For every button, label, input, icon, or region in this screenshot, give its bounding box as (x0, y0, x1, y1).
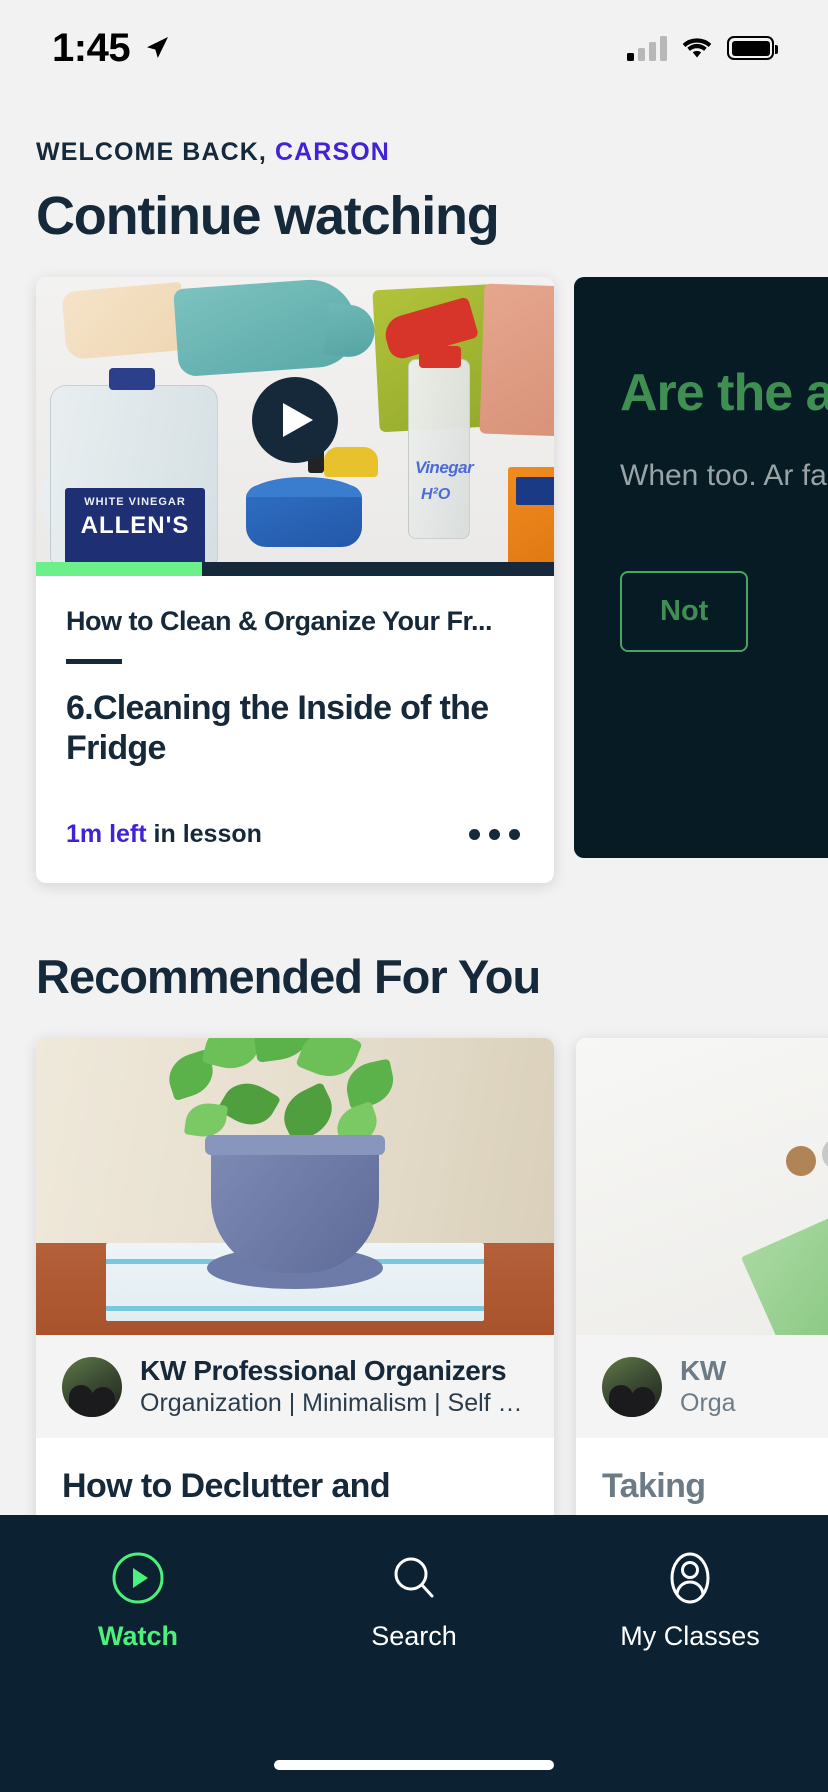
tab-search[interactable]: Search (314, 1551, 514, 1652)
author-text: KW Orga (680, 1355, 736, 1418)
user-circle-icon (670, 1552, 710, 1604)
thumb-glove-cuff (61, 281, 187, 361)
wifi-icon (682, 38, 712, 58)
tab-my-classes-label: My Classes (620, 1621, 760, 1651)
page-title: Continue watching (36, 186, 500, 246)
tab-search-label: Search (371, 1621, 457, 1651)
cellular-bars-icon (627, 35, 667, 61)
promo-button[interactable]: Not (620, 570, 749, 652)
lesson-progress-bar (36, 562, 554, 576)
bottom-tab-bar: Watch Search My Classes (0, 1515, 828, 1792)
more-options-icon[interactable] (465, 821, 524, 848)
welcome-prefix: WELCOME BACK, (36, 138, 267, 166)
author-name: KW Professional Organizers (140, 1355, 507, 1387)
recommended-thumbnail[interactable] (36, 1038, 554, 1336)
time-left-value: 1m left (66, 820, 147, 849)
home-indicator (274, 1760, 554, 1770)
time-left-suffix: in lesson (146, 820, 262, 849)
thumb-sponge (246, 477, 362, 547)
promo-body: When too. Ar far? (620, 459, 828, 493)
play-icon (283, 402, 313, 437)
author-tags: Orga (680, 1389, 736, 1418)
welcome-line: WELCOME BACK, CARSON (36, 138, 792, 167)
recommended-author-row[interactable]: KW Orga (576, 1335, 828, 1439)
tab-watch-label: Watch (98, 1621, 178, 1651)
recommended-card[interactable]: KW Orga Taking (576, 1038, 828, 1548)
thumb-spray-text: Vinegar (415, 458, 474, 477)
avatar (602, 1356, 662, 1417)
welcome-user-name: CARSON (275, 138, 390, 166)
thumb-brush-cap (324, 447, 378, 477)
thumb-jug-label: WHITE VINEGAR ALLEN'S (65, 488, 205, 562)
author-text: KW Professional Organizers Organization … (140, 1355, 528, 1418)
location-arrow-icon (147, 37, 169, 58)
status-bar-left: 1:45 (52, 26, 170, 71)
thumb-spray-text2: H²O (421, 486, 451, 503)
status-bar-right (627, 35, 778, 61)
title-divider (66, 659, 122, 664)
recommended-carousel[interactable]: KW Professional Organizers Organization … (0, 1038, 828, 1548)
thumb-vinegar-jug: WHITE VINEGAR ALLEN'S (50, 368, 218, 562)
tab-watch[interactable]: Watch (38, 1551, 238, 1652)
search-icon (394, 1557, 434, 1598)
thumb-spray-neck (419, 346, 461, 368)
author-tags: Organization | Minimalism | Self C... (140, 1389, 528, 1418)
page-header: WELCOME BACK, CARSON Continue watching (0, 96, 828, 247)
recommended-thumbnail[interactable] (576, 1038, 828, 1336)
promo-card[interactable]: Are the app When too. Ar far? Not (574, 277, 828, 858)
thumb-pink-cloth (479, 283, 554, 437)
recommended-section-title: Recommended For You (36, 950, 541, 1004)
lesson-progress-fill (36, 562, 202, 576)
recommended-author-row[interactable]: KW Professional Organizers Organization … (36, 1335, 554, 1439)
clock-time: 1:45 (52, 25, 131, 70)
continue-watching-card[interactable]: WHITE VINEGAR ALLEN'S Vinegar H²O How to… (36, 277, 554, 884)
continue-watching-carousel[interactable]: WHITE VINEGAR ALLEN'S Vinegar H²O How to… (0, 277, 828, 884)
recommended-card[interactable]: KW Professional Organizers Organization … (36, 1038, 554, 1548)
time-left-status: 1m left in lesson (66, 820, 262, 849)
thumb-jug-cap (109, 368, 155, 390)
author-name: KW (680, 1355, 726, 1387)
lesson-title: 6.Cleaning the Inside of the Fridge (66, 689, 489, 768)
thumb-spray-bottle: Vinegar H²O (380, 296, 480, 539)
play-button[interactable] (252, 376, 338, 463)
lesson-card-body: How to Clean & Organize Your Fr... 6.Cle… (36, 576, 554, 768)
battery-icon (727, 36, 778, 60)
promo-title: Are the app (620, 364, 828, 422)
avatar (62, 1356, 122, 1417)
course-title: How to Clean & Organize Your Fr... (66, 606, 493, 636)
play-circle-icon (112, 1552, 164, 1604)
lesson-card-footer: 1m left in lesson (36, 768, 554, 883)
status-bar: 1:45 (0, 0, 828, 96)
tab-my-classes[interactable]: My Classes (590, 1551, 790, 1652)
lesson-thumbnail[interactable]: WHITE VINEGAR ALLEN'S Vinegar H²O (36, 277, 554, 562)
thumb-baking-soda-box (508, 467, 554, 562)
thumb-rubber-glove (173, 277, 359, 378)
thumb-flower-pot (205, 1135, 385, 1274)
